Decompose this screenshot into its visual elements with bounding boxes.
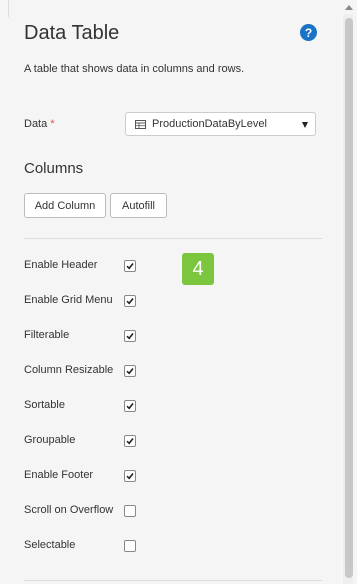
autofill-button[interactable]: Autofill: [110, 193, 167, 218]
svg-text:?: ?: [305, 26, 312, 40]
add-column-button[interactable]: Add Column: [24, 193, 106, 218]
checkmark-icon: [126, 438, 134, 445]
checkmark-icon: [126, 368, 134, 375]
help-icon[interactable]: ?: [300, 24, 317, 41]
panel-title: Data Table: [24, 22, 120, 44]
data-source-select[interactable]: ProductionDataByLevel: [125, 112, 316, 136]
option-label-groupable: Groupable: [24, 434, 76, 446]
option-checkbox-selectable[interactable]: [124, 540, 136, 552]
table-icon: [135, 119, 146, 129]
option-label-enable-footer: Enable Footer: [24, 469, 94, 481]
data-field-label: Data *: [24, 118, 55, 130]
checkmark-icon: [126, 473, 134, 480]
option-checkbox-filterable[interactable]: [124, 330, 136, 342]
bottom-divider: [24, 580, 322, 581]
data-label-text: Data: [24, 118, 48, 130]
option-label-enable-grid-menu: Enable Grid Menu: [24, 294, 113, 306]
scroll-up-arrow-icon[interactable]: [345, 5, 353, 10]
option-checkbox-groupable[interactable]: [124, 435, 136, 447]
scrollbar-thumb[interactable]: [345, 18, 353, 578]
checkmark-icon: [126, 403, 134, 410]
step-badge: 4: [182, 253, 214, 285]
data-source-value: ProductionDataByLevel: [152, 118, 267, 130]
checkmark-icon: [126, 263, 134, 270]
option-checkbox-enable-header[interactable]: [124, 260, 136, 272]
option-checkbox-sortable[interactable]: [124, 400, 136, 412]
option-checkbox-enable-grid-menu[interactable]: [124, 295, 136, 307]
option-label-column-resizable: Column Resizable: [24, 364, 114, 376]
required-marker: *: [50, 118, 55, 130]
checkmark-icon: [126, 298, 134, 305]
option-label-enable-header: Enable Header: [24, 259, 98, 271]
checkmark-icon: [126, 333, 134, 340]
panel-description: A table that shows data in columns and r…: [24, 63, 245, 75]
chevron-down-icon: [302, 122, 308, 128]
option-label-filterable: Filterable: [24, 329, 70, 341]
top-left-edge: [0, 0, 9, 17]
option-label-scroll-on-overflow: Scroll on Overflow: [24, 504, 114, 516]
section-divider: [24, 238, 322, 239]
columns-heading: Columns: [24, 160, 84, 177]
option-checkbox-scroll-on-overflow[interactable]: [124, 505, 136, 517]
option-checkbox-enable-footer[interactable]: [124, 470, 136, 482]
option-label-sortable: Sortable: [24, 399, 65, 411]
option-label-selectable: Selectable: [24, 539, 76, 551]
option-checkbox-column-resizable[interactable]: [124, 365, 136, 377]
